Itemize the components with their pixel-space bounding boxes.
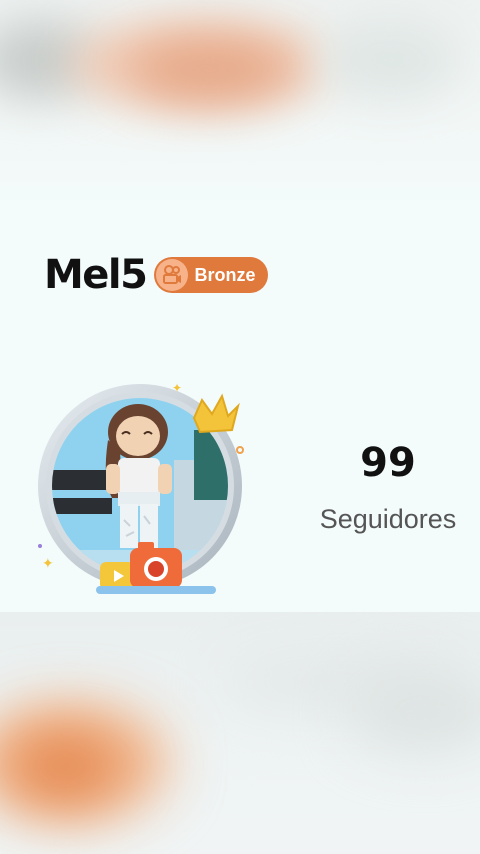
avatar[interactable]: ✦ ✦ xyxy=(34,380,254,600)
svg-text:✦: ✦ xyxy=(172,381,182,395)
followers-label: Seguidores xyxy=(319,504,457,534)
username-row: Mel5 Bronze xyxy=(44,252,268,298)
camera-reel-icon xyxy=(156,259,189,291)
badge-label: Bronze xyxy=(194,264,256,285)
followers-stat[interactable]: 99 Seguidores xyxy=(300,440,476,535)
followers-count: 99 xyxy=(360,440,416,486)
blurred-background-bottom xyxy=(0,612,480,854)
username: Mel5 xyxy=(44,252,148,298)
profile-card: Mel5 Bronze ✦ ✦ 99 Seguidores xyxy=(0,200,480,612)
level-badge[interactable]: Bronze xyxy=(154,257,268,293)
blurred-background-top xyxy=(0,0,480,200)
svg-text:✦: ✦ xyxy=(42,556,54,572)
